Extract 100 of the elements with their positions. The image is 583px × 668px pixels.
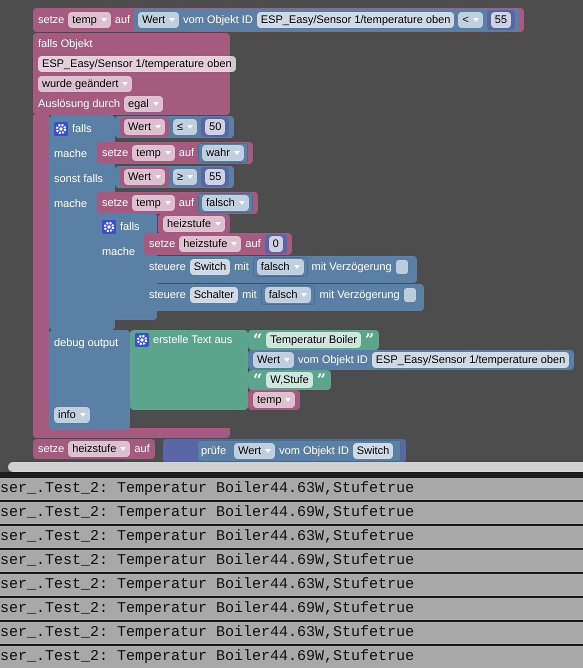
gear-icon[interactable] — [135, 333, 149, 347]
logic-block[interactable]: Wert ≤ 50 — [115, 116, 234, 138]
block-label: vom Objekt ID — [298, 354, 368, 366]
dropdown[interactable]: heizstufe — [68, 441, 130, 457]
quote-mark: “ — [253, 373, 262, 387]
block-label: erstelle Text aus — [153, 334, 232, 346]
block-label: auf — [245, 238, 261, 250]
dropdown[interactable]: egal — [124, 96, 163, 112]
dropdown[interactable]: wurde geändert — [38, 76, 132, 92]
text-field[interactable]: Schalter — [190, 287, 238, 303]
dropdown[interactable]: Wert — [124, 169, 166, 185]
value-block[interactable]: Wert vom Objekt ID ESP_Easy/Sensor 1/temperature oben < 55 — [134, 9, 520, 31]
quote-mark: ” — [316, 373, 326, 387]
logic-block[interactable]: wahr — [198, 143, 248, 163]
block-label: falls — [72, 122, 92, 134]
block-label: auf — [134, 443, 150, 455]
caret-icon — [164, 151, 171, 155]
text-block[interactable]: “ Temperatur Boiler ” — [248, 330, 380, 350]
dropdown[interactable]: temp — [253, 392, 296, 408]
value-block[interactable]: Wert vom Objekt ID ESP_Easy/Sensor 1/temperature oben — [248, 350, 574, 370]
number-block[interactable]: 50 — [201, 117, 230, 137]
dropdown[interactable]: temp — [68, 12, 111, 28]
variable-block[interactable]: setze heizstufe auf — [33, 439, 155, 459]
dropdown[interactable]: info — [54, 407, 90, 423]
ternary-block[interactable]: prüfe Wert vom Objekt ID Switch — [163, 439, 406, 463]
logic-block[interactable]: prüfe Wert vom Objekt ID Switch — [197, 440, 402, 462]
variable-block[interactable]: setze temp auf wahr — [97, 142, 253, 164]
dropdown[interactable]: heizstufe — [163, 216, 226, 232]
debug-block[interactable]: debug output info — [49, 330, 130, 430]
caret-icon — [164, 201, 171, 205]
dropdown[interactable]: Wert — [253, 352, 294, 368]
block-label: mit — [242, 289, 257, 301]
block-label: mit — [234, 261, 249, 273]
variable-block[interactable]: heizstufe — [158, 214, 230, 234]
text-field[interactable]: W,Stufe — [266, 372, 313, 388]
dropdown[interactable]: < — [458, 12, 483, 28]
dropdown[interactable]: wahr — [202, 145, 244, 161]
scrollbar[interactable] — [8, 462, 583, 472]
caret-icon — [155, 175, 162, 179]
text-field[interactable]: ESP_Easy/Sensor 1/temperature oben — [256, 12, 454, 28]
text-block[interactable]: “ W,Stufe ” — [248, 370, 331, 390]
text-field[interactable]: Switch — [352, 443, 394, 459]
variable-block[interactable]: setze temp auf Wert vom Objekt ID ESP_Easy/Sensor 1/temperature oben < 55 — [33, 8, 524, 32]
logic-block[interactable]: falsch — [198, 193, 253, 213]
number-field[interactable]: 55 — [205, 169, 226, 185]
caret-icon — [100, 18, 107, 22]
number-field[interactable]: 0 — [268, 236, 283, 252]
caret-icon — [187, 125, 194, 129]
caret-icon — [472, 18, 479, 22]
caret-icon — [152, 102, 159, 106]
caret-icon — [187, 175, 194, 179]
number-field[interactable]: 50 — [205, 119, 226, 135]
gear-icon[interactable] — [102, 220, 116, 234]
caret-icon — [285, 398, 292, 402]
variable-block[interactable]: setze temp auf falsch — [97, 192, 258, 214]
block-label: mache — [54, 198, 88, 210]
text-field[interactable]: Switch — [190, 259, 230, 275]
block-label: setze — [38, 443, 64, 455]
variable-block[interactable]: temp — [248, 390, 300, 410]
caret-icon — [238, 201, 245, 205]
dropdown[interactable]: falsch — [202, 195, 249, 211]
checkbox[interactable] — [396, 260, 408, 274]
text-field[interactable]: Temperatur Boiler — [266, 332, 362, 348]
caret-icon — [120, 447, 126, 451]
dropdown[interactable]: temp — [132, 195, 175, 211]
caret-icon — [294, 265, 300, 269]
caret-icon — [301, 293, 308, 297]
block-label: mit Verzögerung — [319, 289, 400, 301]
logic-block[interactable]: falsch — [260, 285, 316, 305]
text-field[interactable]: ESP_Easy/Sensor 1/temperature oben — [38, 56, 236, 72]
variable-block[interactable]: Wert — [120, 167, 170, 187]
caret-icon — [265, 449, 272, 453]
dropdown[interactable]: ≤ — [173, 119, 198, 135]
dropdown[interactable]: falsch — [256, 259, 304, 275]
caret-icon — [155, 125, 162, 129]
caret-icon — [231, 242, 238, 246]
variable-block[interactable]: Wert — [120, 117, 170, 137]
dropdown[interactable]: ≥ — [173, 169, 198, 185]
logic-block[interactable]: Wert ≥ 55 — [115, 166, 234, 188]
checkbox[interactable] — [404, 288, 416, 302]
block-label: falls — [120, 220, 140, 232]
block-label: mache — [54, 148, 88, 160]
block-label: Auslösung durch — [38, 98, 120, 110]
gear-icon[interactable] — [54, 122, 68, 136]
variable-block[interactable]: setze heizstufe auf 0 — [144, 233, 292, 255]
number-block[interactable]: 55 — [486, 10, 516, 30]
number-field[interactable]: 55 — [490, 12, 512, 28]
block-label: setze — [38, 14, 64, 26]
block-label: falls Objekt — [38, 38, 92, 50]
text-field[interactable]: ESP_Easy/Sensor 1/temperature oben — [372, 352, 570, 368]
dropdown[interactable]: heizstufe — [179, 236, 242, 252]
dropdown[interactable]: Wert — [124, 119, 166, 135]
logic-block[interactable]: falsch — [252, 257, 308, 277]
dropdown[interactable]: temp — [132, 145, 175, 161]
dropdown[interactable]: Wert — [138, 12, 180, 28]
caret-icon — [284, 358, 290, 362]
dropdown[interactable]: falsch — [264, 287, 312, 303]
number-block[interactable]: 0 — [264, 234, 287, 254]
number-block[interactable]: 55 — [201, 167, 230, 187]
dropdown[interactable]: Wert — [234, 443, 276, 459]
